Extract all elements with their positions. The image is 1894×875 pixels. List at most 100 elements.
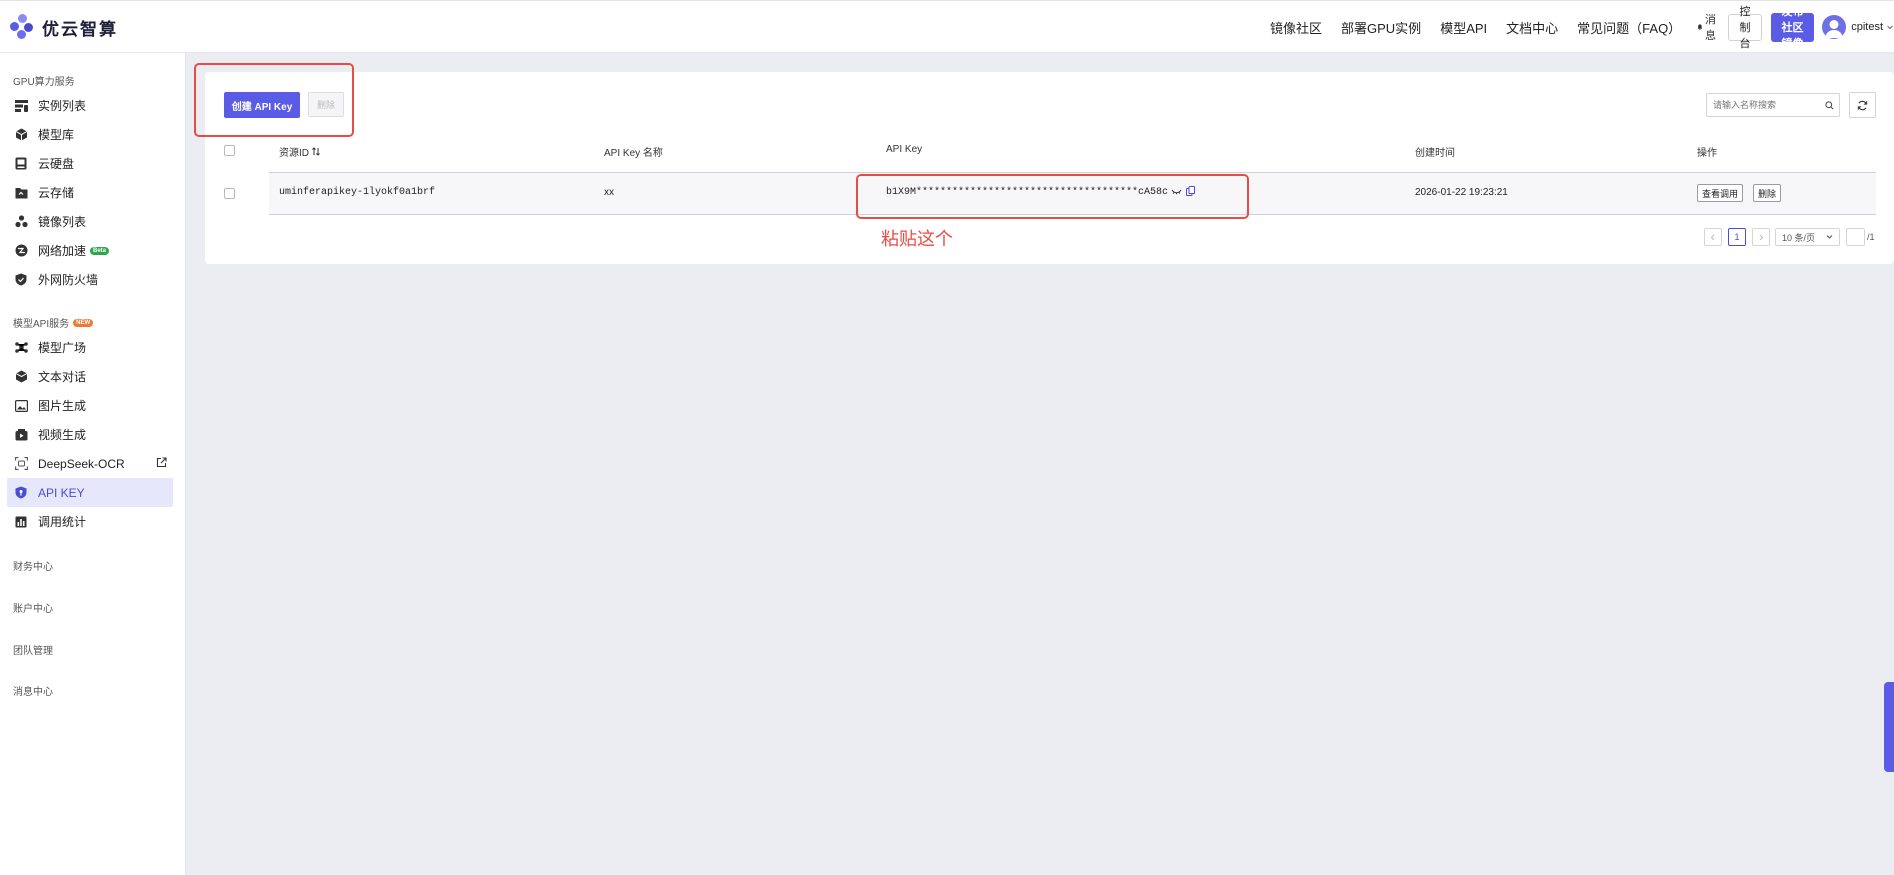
section-account[interactable]: 账户中心 [13,600,53,615]
bell-icon [1697,24,1703,31]
sidebar-item-label: 外网防火墙 [38,273,99,287]
sidebar-item-cloud-storage[interactable]: 云存储 [7,178,173,207]
section-finance-label: 财务中心 [13,562,53,573]
sidebar-item-firewall[interactable]: 外网防火墙 [7,265,173,294]
video-icon [14,428,28,442]
page-size-label: 10 条/页 [1782,232,1816,243]
row-delete-button[interactable]: 删除 [1753,184,1782,202]
section-messages-label: 消息中心 [13,687,53,698]
disk-icon [14,157,28,171]
sidebar-item-model-library[interactable]: 模型库 [7,120,173,149]
sidebar-item-label: 模型广场 [38,341,87,355]
sidebar-item-label: DeepSeek-OCR [38,456,125,471]
cell-created-time: 2026-01-22 19:23:21 [1415,187,1508,198]
message-link[interactable]: 消息 [1697,11,1719,43]
sidebar-item-api-key[interactable]: API KEY [7,478,173,507]
total-pages: /1 [1867,232,1875,242]
sidebar-item-label: 文本对话 [38,370,87,384]
brand-logo[interactable]: 优云智算 [10,14,118,40]
annotation-note: 粘贴这个 [881,229,953,249]
sidebar-item-label: 图片生成 [38,399,87,413]
page-size-select[interactable]: 10 条/页 [1775,228,1840,246]
chevron-down-icon [1887,25,1893,30]
console-button[interactable]: 控制台 [1728,6,1762,50]
header-api-key: API Key [886,144,923,155]
search-box[interactable] [1706,93,1840,117]
floating-side-tab[interactable] [1884,682,1894,772]
shield-icon [14,273,28,287]
prev-page-button[interactable] [1704,228,1722,246]
sidebar-item-instances[interactable]: 实例列表 [7,91,173,120]
sidebar-item-text-chat[interactable]: 文本对话 [7,362,173,391]
section-model-api: 模型API服务 NEW [13,315,94,330]
nav-faq[interactable]: 常见问题（FAQ） [1577,18,1681,37]
brand-name: 优云智算 [42,19,118,39]
nav-docs[interactable]: 文档中心 [1506,18,1558,37]
beta-badge: Beta [90,246,110,255]
model-plaza-icon [14,341,28,355]
image-icon [14,399,28,413]
cell-key-name: xx [604,187,614,198]
nav-deploy-gpu[interactable]: 部署GPU实例 [1341,18,1421,37]
sidebar-item-label: 云存储 [38,186,75,200]
section-gpu-label: GPU算力服务 [13,77,75,88]
section-finance[interactable]: 财务中心 [13,558,53,573]
user-menu[interactable]: cpitest [1822,15,1894,39]
section-messages[interactable]: 消息中心 [13,683,53,698]
sidebar-item-label: 网络加速 [38,244,87,258]
search-icon [1825,100,1834,109]
main-card [205,72,1894,264]
header-created: 创建时间 [1415,148,1455,159]
refresh-icon [1857,100,1868,110]
annotation-box-toolbar [194,63,354,137]
chevron-left-icon [1710,234,1715,240]
scan-icon [14,457,28,471]
folder-icon [14,186,28,200]
header-resource-id[interactable]: 资源ID [279,144,320,159]
sidebar-item-video-generation[interactable]: 视频生成 [7,420,173,449]
cube-icon [14,128,28,142]
page-jump-input[interactable] [1846,228,1865,246]
sidebar-item-image-generation[interactable]: 图片生成 [7,391,173,420]
avatar [1822,15,1847,39]
sidebar-item-label: 镜像列表 [38,215,87,229]
row-checkbox[interactable] [224,188,235,199]
header-key-name: API Key 名称 [604,148,663,159]
sidebar-item-label: 视频生成 [38,428,87,442]
chevron-right-icon [1759,234,1764,240]
sort-icon[interactable] [311,147,320,156]
sidebar-item-cloud-disk[interactable]: 云硬盘 [7,149,173,178]
sidebar-item-label: API KEY [38,485,85,500]
search-input[interactable] [1713,100,1821,110]
nav-mirror-community[interactable]: 镜像社区 [1270,18,1322,37]
section-model-api-label: 模型API服务 [13,319,70,330]
sidebar-item-label: 云硬盘 [38,157,75,171]
globe-icon [14,244,28,258]
page-number-current[interactable]: 1 [1728,228,1746,246]
sidebar-item-network-acceleration[interactable]: 网络加速 Beta [7,236,173,265]
nav-model-api[interactable]: 模型API [1440,18,1487,37]
section-team[interactable]: 团队管理 [13,642,53,657]
sidebar-item-label: 调用统计 [38,515,87,529]
view-usage-button[interactable]: 查看调用 [1697,184,1744,202]
key-shield-icon [14,486,28,500]
publish-image-button[interactable]: 发布社区镜像 [1770,6,1815,50]
sidebar-item-label: 模型库 [38,128,75,142]
header-resource-id-label: 资源ID [279,148,309,159]
sidebar-item-usage-stats[interactable]: 调用统计 [7,507,173,536]
sidebar: GPU算力服务 实例列表 模型库 云硬盘 云存储 镜像列表 网络加速 Beta … [0,53,186,875]
next-page-button[interactable] [1752,228,1770,246]
sidebar-item-model-plaza[interactable]: 模型广场 [7,333,173,362]
refresh-button[interactable] [1849,92,1876,118]
section-gpu: GPU算力服务 [13,73,75,88]
section-account-label: 账户中心 [13,604,53,615]
chart-icon [14,515,28,529]
cell-resource-id: uminferapikey-1lyokf0a1brf [279,187,436,198]
logo-icon [10,14,34,40]
message-label: 消息 [1705,14,1716,42]
sidebar-item-images[interactable]: 镜像列表 [7,207,173,236]
sidebar-item-deepseek-ocr[interactable]: DeepSeek-OCR [7,449,173,478]
nodes-icon [14,215,28,229]
select-all-checkbox[interactable] [224,145,235,156]
username: cpitest [1851,21,1883,33]
